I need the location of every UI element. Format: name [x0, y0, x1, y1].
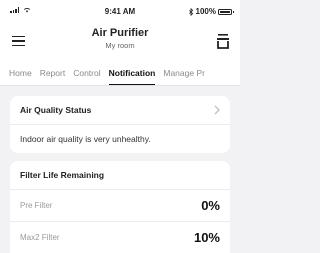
status-right: 100% [188, 7, 234, 16]
air-quality-heading: Air Quality Status [20, 105, 92, 115]
tab-manage-product[interactable]: Manage Pr [159, 60, 209, 85]
page-subtitle: My room [105, 41, 135, 50]
title-block: Air Purifier My room [0, 27, 240, 50]
filter-value: 0% [201, 198, 220, 213]
filter-life-header: Filter Life Remaining [10, 161, 230, 189]
tab-notification[interactable]: Notification [105, 60, 160, 85]
filter-name: Max2 Filter [20, 233, 60, 242]
status-bar: 9:41 AM 100% [0, 0, 240, 22]
air-quality-header[interactable]: Air Quality Status [10, 96, 230, 124]
filter-row-pre: Pre Filter 0% [10, 189, 230, 221]
page-title: Air Purifier [91, 27, 149, 39]
battery-percent: 100% [195, 7, 216, 16]
air-quality-message: Indoor air quality is very unhealthy. [20, 133, 151, 144]
tab-report[interactable]: Report [36, 60, 70, 85]
tab-control[interactable]: Control [69, 60, 104, 85]
filter-row-max2: Max2 Filter 10% [10, 221, 230, 253]
bluetooth-icon [188, 7, 193, 16]
tab-bar: Home Report Control Notification Manage … [0, 60, 240, 86]
filter-value: 10% [193, 230, 220, 245]
air-quality-row: Indoor air quality is very unhealthy. [10, 124, 230, 152]
tab-home[interactable]: Home [5, 60, 36, 85]
drawer-icon[interactable] [214, 31, 232, 51]
battery-icon [218, 8, 234, 15]
filter-life-card: Filter Life Remaining Pre Filter 0% Max2… [10, 161, 230, 253]
filter-name: Pre Filter [20, 201, 53, 210]
chevron-right-icon [214, 105, 220, 115]
app-header: Air Purifier My room [0, 22, 240, 60]
filter-life-heading: Filter Life Remaining [20, 170, 105, 180]
air-quality-card[interactable]: Air Quality Status Indoor air quality is… [10, 96, 230, 153]
